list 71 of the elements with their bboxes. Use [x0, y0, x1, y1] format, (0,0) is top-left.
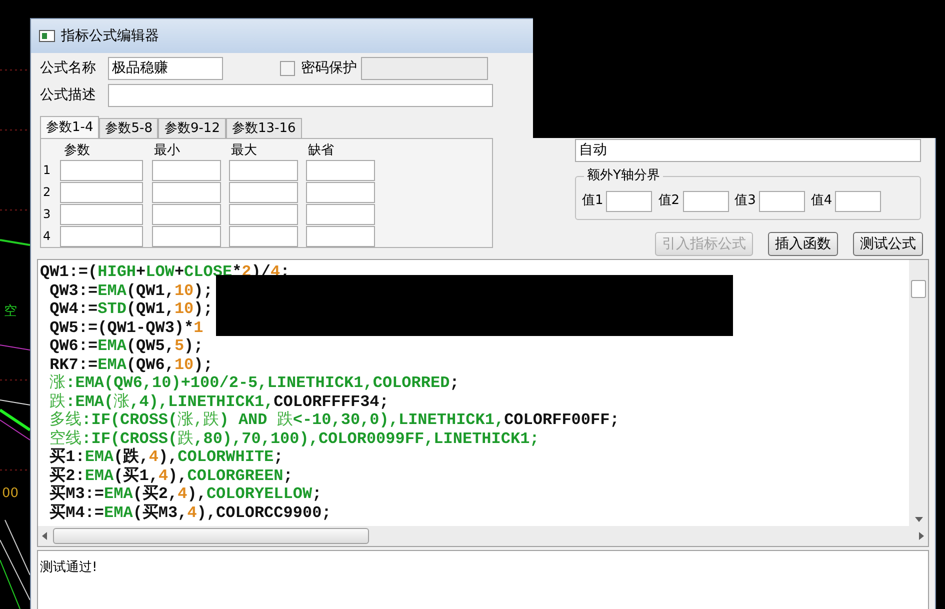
param-field[interactable]: [60, 160, 143, 180]
chart-label: 空: [4, 303, 17, 321]
checkbox-label: 密码保护: [301, 58, 357, 78]
param-field[interactable]: [306, 182, 375, 202]
name-field[interactable]: 极品稳赚: [108, 56, 223, 80]
param-field[interactable]: [60, 182, 143, 202]
toolbar-button[interactable]: 测试公式: [853, 232, 923, 256]
param-field[interactable]: [306, 204, 375, 224]
param-field[interactable]: [229, 204, 298, 224]
column-header: 参数: [63, 143, 91, 159]
output-message: 测试通过!: [40, 560, 98, 575]
description-field[interactable]: [108, 84, 493, 106]
param-field[interactable]: [229, 182, 298, 202]
code-line: 买1:EMA(跌,4),COLORWHITE;: [48, 448, 284, 466]
param-field[interactable]: [229, 160, 298, 180]
code-line: QW6:=EMA(QW5,5);: [48, 337, 204, 356]
param-field[interactable]: [60, 226, 143, 246]
tab[interactable]: 参数1-4: [40, 116, 100, 138]
value-field[interactable]: [835, 190, 882, 212]
param-field[interactable]: [152, 226, 221, 246]
code-editor[interactable]: [37, 259, 929, 547]
code-line: 涨:EMA(QW6,10)+100/2-5,LINETHICK1,COLORRED;: [48, 374, 460, 392]
vertical-scrollbar[interactable]: [909, 260, 928, 526]
toolbar-button[interactable]: 插入函数: [768, 232, 838, 256]
column-header: 缺省: [307, 143, 335, 159]
down-arrow-icon: [914, 517, 922, 522]
param-field[interactable]: [152, 204, 221, 224]
code-line: 空线:IF(CROSS(跌,80),70,100),COLOR0099FF,LINETHICK1;: [48, 430, 540, 448]
row-number: 3: [43, 206, 52, 223]
column-header: 最大: [230, 143, 258, 159]
axis-field[interactable]: 自动: [575, 139, 921, 162]
horizontal-scrollbar[interactable]: [38, 526, 928, 546]
row-number: 4: [43, 228, 52, 245]
param-field[interactable]: [306, 226, 375, 246]
param-field[interactable]: [60, 204, 143, 224]
code-line: 多线:IF(CROSS(涨,跌) AND 跌<-10,30,0),LINETHICK1,COLORFF00FF;: [48, 411, 620, 430]
code-line: 买M3:=EMA(买2,4),COLORYELLOW;: [48, 485, 322, 504]
param-field[interactable]: [229, 226, 298, 246]
field-label: 值4: [810, 192, 832, 210]
field-label: 值1: [582, 192, 604, 210]
field-label: 公式描述: [40, 86, 97, 104]
field-label: 值2: [658, 192, 680, 210]
left-arrow-icon: [42, 532, 47, 540]
code-line: 买2:EMA(买1,4),COLORGREEN;: [48, 466, 293, 485]
tab[interactable]: 参数5-8: [99, 118, 158, 138]
tab[interactable]: 参数13-16: [226, 118, 302, 138]
scroll-thumb[interactable]: [911, 280, 926, 298]
code-line: QW5:=(QW1-QW3)*1: [48, 318, 204, 337]
tab[interactable]: 参数9-12: [158, 118, 226, 138]
code-line: QW3:=EMA(QW1,10);: [48, 282, 213, 300]
row-number: 1: [43, 162, 52, 179]
value-field[interactable]: [682, 190, 729, 212]
field-label: 公式名称: [40, 58, 97, 78]
window-icon: [39, 30, 55, 42]
window-title: 指标公式编辑器: [61, 26, 159, 46]
row-number: 2: [43, 184, 52, 201]
value-field[interactable]: [606, 190, 652, 212]
checkbox[interactable]: [280, 60, 295, 76]
column-header: 最小: [153, 143, 181, 159]
code-line: 买M4:=EMA(买M3,4),COLORCC9900;: [48, 504, 332, 522]
param-field[interactable]: [152, 182, 221, 202]
param-field[interactable]: [306, 160, 375, 180]
field-label: 值3: [734, 192, 756, 210]
value-field[interactable]: [758, 190, 805, 212]
code-line: QW4:=STD(QW1,10);: [48, 300, 213, 318]
param-field[interactable]: [152, 160, 221, 180]
code-line: RK7:=EMA(QW6,10);: [48, 356, 213, 374]
scroll-thumb[interactable]: [53, 528, 369, 544]
chart-label: 00: [2, 485, 19, 503]
code-line: 跌:EMA(涨,4),LINETHICK1,COLORFFFF34;: [48, 392, 389, 410]
right-arrow-icon: [919, 532, 924, 540]
